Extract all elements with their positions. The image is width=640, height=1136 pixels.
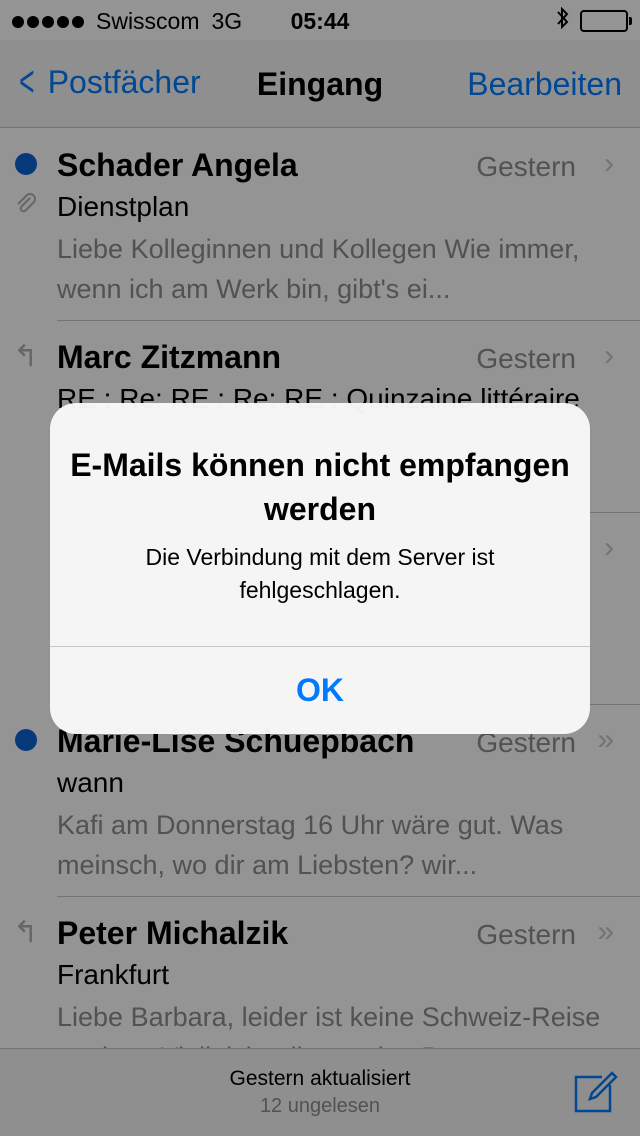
mail-inbox-screen: Swisscom 3G 05:44 < Postfächer Eingang B… (0, 0, 640, 1136)
alert-title: E-Mails können nicht empfangen werden (70, 447, 570, 527)
alert-dialog: E-Mails können nicht empfangen werden Di… (50, 403, 590, 734)
alert-message: Die Verbindung mit dem Server ist fehlge… (145, 544, 495, 603)
ok-button[interactable]: OK (50, 647, 590, 734)
